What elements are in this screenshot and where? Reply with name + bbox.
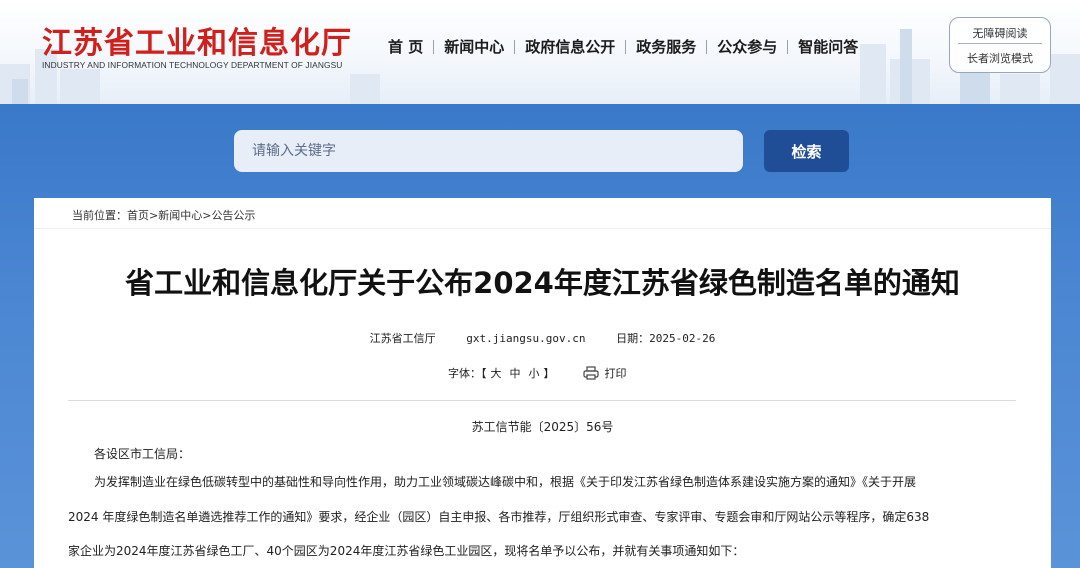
site-logo-subtitle: INDUSTRY AND INFORMATION TECHNOLOGY DEPA… bbox=[42, 60, 343, 70]
elder-mode-link[interactable]: 长者浏览模式 bbox=[950, 44, 1050, 66]
font-size-large[interactable]: 大 bbox=[491, 365, 502, 381]
nav-item-services[interactable]: 政务服务 bbox=[626, 36, 706, 57]
article-source: 江苏省工信厅 bbox=[369, 332, 436, 345]
article-date: 日期：2025-02-26 bbox=[616, 332, 716, 345]
breadcrumb-prefix: 当前位置： bbox=[72, 209, 127, 222]
font-size-controls: 字体：【 大 中 小 】 打印 bbox=[448, 365, 627, 381]
nav-item-qa[interactable]: 智能问答 bbox=[788, 36, 868, 57]
paragraph-line: 2024 年度绿色制造名单遴选推荐工作的通知》要求，经企业（园区）自主申报、各市… bbox=[68, 510, 930, 524]
breadcrumb-separator: > bbox=[149, 209, 159, 222]
font-size-bracket: 】 bbox=[543, 367, 555, 380]
nav-item-participation[interactable]: 公众参与 bbox=[707, 36, 787, 57]
article-title: 省工业和信息化厅关于公布2024年度江苏省绿色制造名单的通知 bbox=[125, 266, 960, 300]
nav-item-gov-info[interactable]: 政府信息公开 bbox=[515, 36, 625, 57]
nav-item-news[interactable]: 新闻中心 bbox=[434, 36, 514, 57]
document-number: 苏工信节能〔2025〕56号 bbox=[471, 420, 614, 434]
breadcrumb-home[interactable]: 首页 bbox=[127, 209, 149, 222]
font-size-small[interactable]: 小 bbox=[529, 365, 540, 381]
breadcrumb: 当前位置：首页>新闻中心>公告公示 bbox=[72, 207, 255, 223]
font-size-medium[interactable]: 中 bbox=[510, 365, 521, 381]
site-header: 江苏省工业和信息化厅 INDUSTRY AND INFORMATION TECH… bbox=[0, 0, 1080, 104]
article-site: gxt.jiangsu.gov.cn bbox=[466, 332, 586, 345]
accessibility-panel: 无障碍阅读 长者浏览模式 bbox=[949, 17, 1051, 73]
article-meta: 江苏省工信厅 gxt.jiangsu.gov.cn 日期：2025-02-26 bbox=[34, 330, 1051, 346]
paragraph-line: 为发挥制造业在绿色低碳转型中的基础性和导向性作用，助力工业领域碳达峰碳中和，根据… bbox=[94, 475, 917, 489]
nav-item-home[interactable]: 首 页 bbox=[378, 36, 433, 57]
salutation: 各设区市工信局： bbox=[94, 447, 191, 461]
main-nav: 首 页 新闻中心 政府信息公开 政务服务 公众参与 智能问答 bbox=[378, 36, 868, 57]
print-link[interactable]: 打印 bbox=[605, 365, 627, 381]
printer-icon[interactable] bbox=[582, 366, 599, 380]
search-button[interactable]: 检索 bbox=[764, 130, 849, 172]
breadcrumb-divider bbox=[34, 228, 1051, 229]
site-logo-title[interactable]: 江苏省工业和信息化厅 bbox=[42, 18, 352, 62]
search-input[interactable] bbox=[234, 130, 743, 172]
breadcrumb-news[interactable]: 新闻中心 bbox=[158, 209, 202, 222]
article-card: 当前位置：首页>新闻中心>公告公示 省工业和信息化厅关于公布2024年度江苏省绿… bbox=[34, 198, 1051, 568]
accessibility-reading-link[interactable]: 无障碍阅读 bbox=[958, 18, 1042, 44]
breadcrumb-notices[interactable]: 公告公示 bbox=[211, 209, 255, 222]
content-divider bbox=[68, 400, 1016, 401]
paragraph-line: 家企业为2024年度江苏省绿色工厂、40个园区为2024年度江苏省绿色工业园区，… bbox=[68, 544, 745, 558]
font-size-label: 字体：【 bbox=[448, 367, 487, 380]
